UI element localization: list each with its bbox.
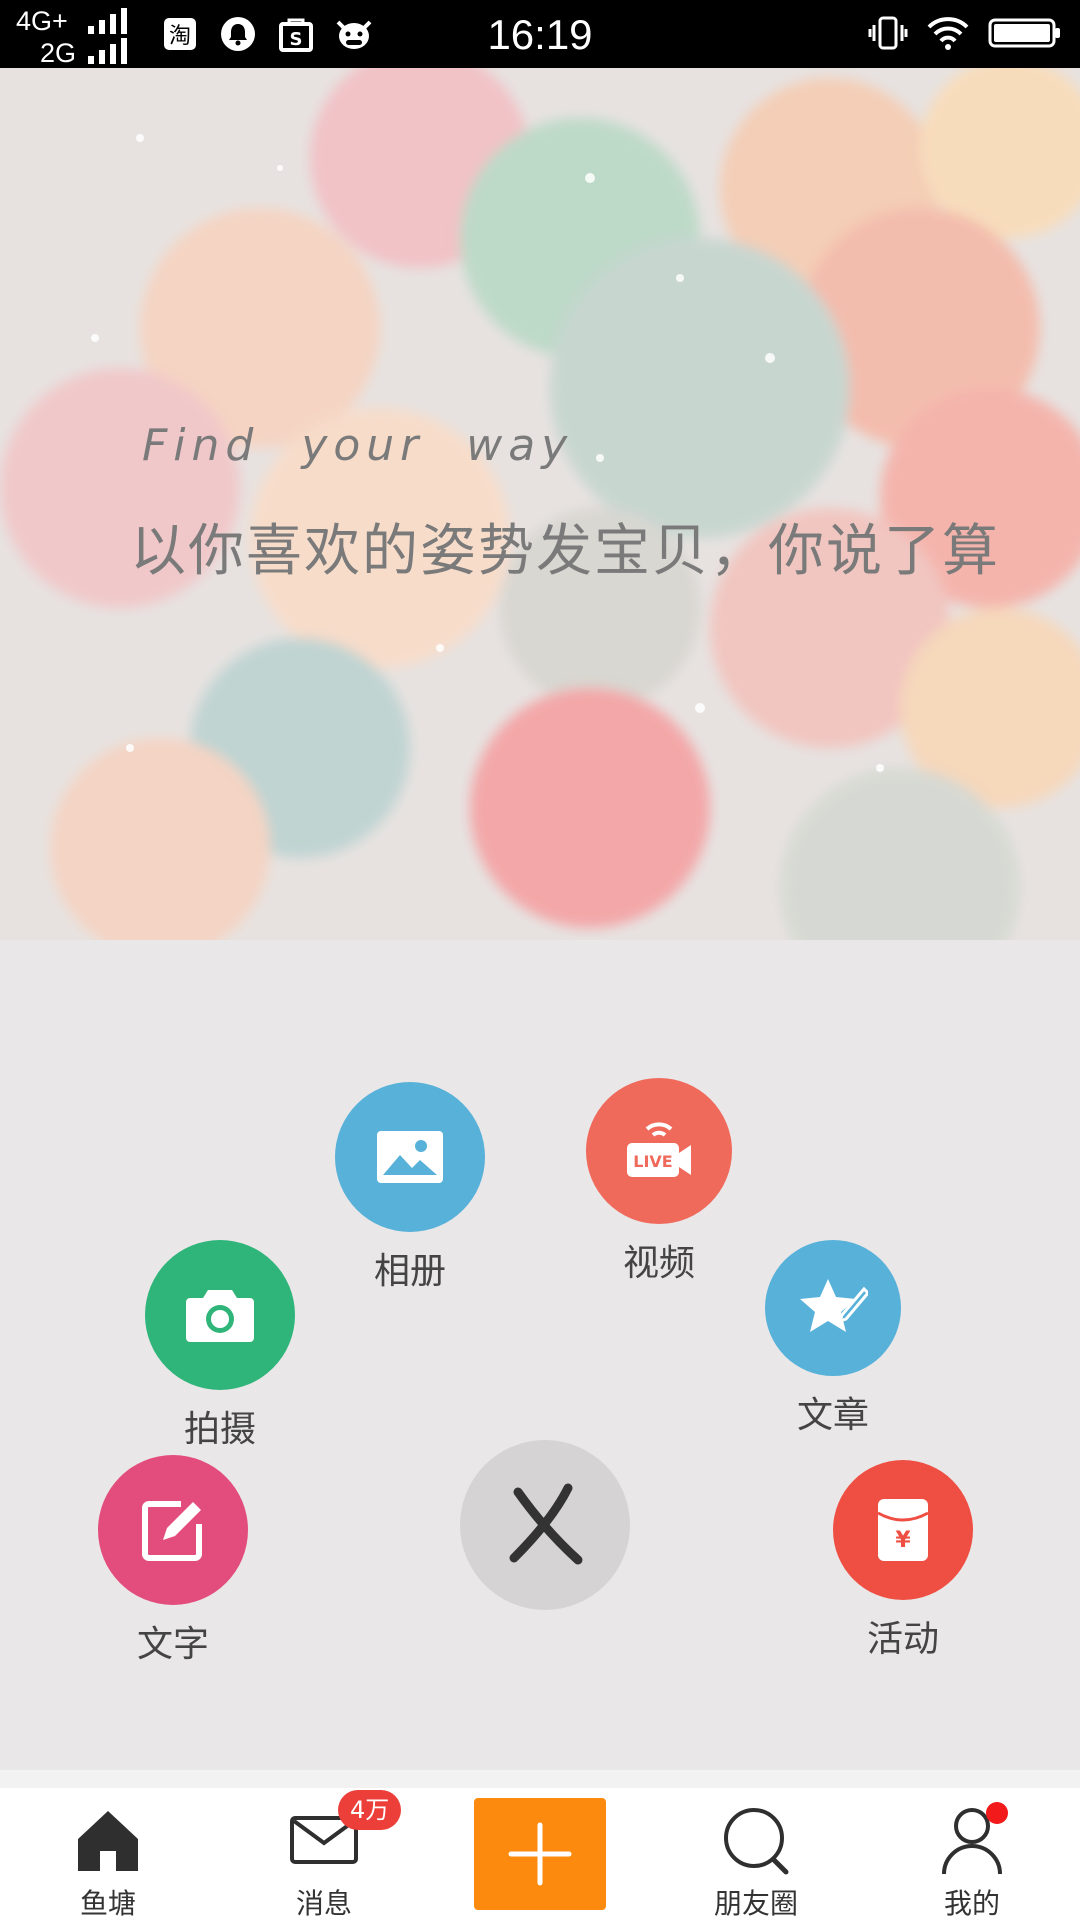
publish-camera-button[interactable]: 拍摄: [145, 1240, 295, 1452]
nav-label-fishpond: 鱼塘: [79, 1887, 136, 1920]
home-icon: [68, 1800, 148, 1880]
cow-icon: [334, 14, 374, 54]
publish-video-button[interactable]: LIVE 视频: [586, 1078, 732, 1286]
nav-item-profile[interactable]: 我的: [892, 1800, 1052, 1922]
publish-button[interactable]: [474, 1798, 606, 1910]
publish-album-button[interactable]: 相册: [335, 1082, 485, 1294]
plus-icon: [508, 1822, 572, 1886]
notification-icons: 淘 S: [160, 14, 374, 56]
network-type-secondary: 2G: [40, 38, 77, 68]
nav-item-messages[interactable]: 4万 消息: [244, 1790, 404, 1922]
svg-text:LIVE: LIVE: [633, 1152, 672, 1171]
taobao-icon: 淘: [160, 14, 200, 54]
article-label: 文章: [796, 1395, 869, 1436]
nav-item-moments[interactable]: 朋友圈: [676, 1800, 836, 1922]
text-label: 文字: [136, 1624, 209, 1665]
svg-text:淘: 淘: [169, 24, 191, 49]
event-label: 活动: [866, 1619, 939, 1660]
nav-divider: [0, 1770, 1080, 1788]
nav-label-profile: 我的: [943, 1887, 1000, 1920]
bell-icon: [218, 14, 258, 54]
edit-icon: [98, 1455, 248, 1605]
publish-event-button[interactable]: ¥ 活动: [833, 1460, 973, 1662]
svg-text:¥: ¥: [895, 1528, 911, 1553]
nav-item-fishpond[interactable]: 鱼塘: [28, 1800, 188, 1922]
close-menu-button[interactable]: [460, 1440, 630, 1610]
close-icon: [509, 1483, 583, 1565]
signal-bars-icon: [88, 38, 132, 64]
system-icons: [868, 14, 1062, 56]
message-count-badge: 4万: [338, 1790, 402, 1830]
image-icon: [335, 1082, 485, 1232]
nav-label-moments: 朋友圈: [713, 1887, 798, 1920]
status-bar: 4G+ 2G 淘 S 16:19: [0, 0, 1080, 68]
signal-bars-icon: [88, 8, 132, 34]
bokeh-background: [0, 68, 1080, 940]
hero-banner: Find your way 以你喜欢的姿势发宝贝，你说了算: [0, 68, 1080, 940]
shopping-bag-icon: S: [276, 14, 316, 54]
network-type-primary: 4G+: [16, 6, 68, 36]
search-icon: [716, 1800, 796, 1880]
profile-notification-dot: [986, 1802, 1008, 1824]
clock: 16:19: [487, 11, 593, 58]
publish-article-button[interactable]: 文章: [765, 1240, 901, 1438]
signal-indicators: 4G+ 2G: [14, 6, 132, 68]
banner-tagline-zh: 以你喜欢的姿势发宝贝，你说了算: [130, 519, 1000, 584]
wifi-icon: [926, 15, 970, 55]
publish-text-button[interactable]: 文字: [98, 1455, 248, 1667]
user-icon: [932, 1800, 1012, 1880]
camera-label: 拍摄: [183, 1409, 256, 1450]
svg-text:S: S: [290, 29, 303, 50]
video-label: 视频: [622, 1243, 695, 1284]
vibrate-icon: [868, 15, 908, 55]
battery-icon: [988, 15, 1062, 55]
live-video-icon: LIVE: [586, 1078, 732, 1224]
mail-icon: 4万: [284, 1790, 402, 1880]
camera-icon: [145, 1240, 295, 1390]
album-label: 相册: [373, 1251, 446, 1292]
banner-tagline-en: Find your way: [142, 420, 574, 471]
red-packet-icon: ¥: [833, 1460, 973, 1600]
nav-label-messages: 消息: [295, 1887, 352, 1920]
star-pen-icon: [765, 1240, 901, 1376]
